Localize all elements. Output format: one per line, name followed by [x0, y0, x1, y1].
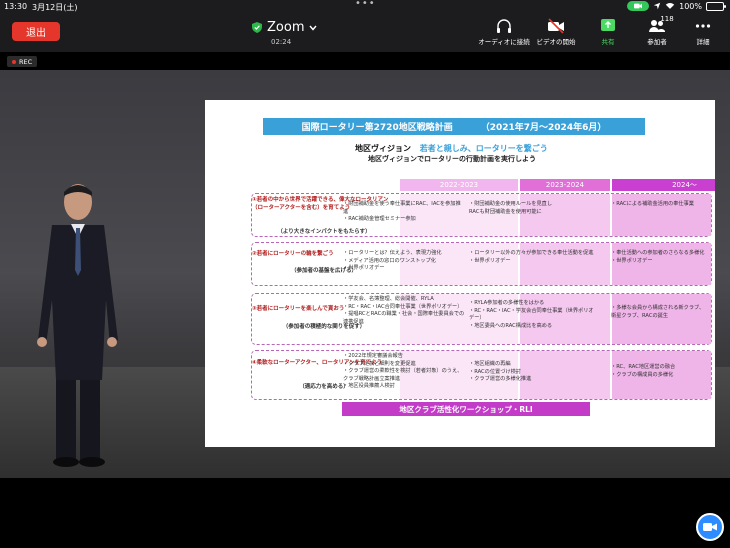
meeting-title[interactable]: Zoom — [252, 20, 318, 35]
start-video-button[interactable]: ビデオの開始 — [533, 18, 579, 46]
wifi-icon — [665, 2, 675, 9]
vision-text: 若者と親しみ、ロータリーを繋ごう — [419, 144, 548, 153]
rec-label: REC — [19, 57, 33, 66]
row-1-sub: （より大きなインパクトをもたらす） — [277, 229, 371, 235]
more-label: 詳細 — [696, 38, 710, 46]
ios-status-bar: 13:30 3月12日(土) ••• 100% — [0, 0, 730, 14]
vision-line: 地区ヴィジョン 若者と親しみ、ロータリーを繋ごう — [355, 143, 548, 154]
row-1-col-1: ・財団補助金を使う奉仕事業にRAC、IACを参加推進 ・RAC補助金管理セミナー… — [343, 201, 461, 222]
row-4-col-2: ・地区組織の再編 ・RACの位置づけ検討 ・クラブ運営の多様化推進 — [469, 361, 532, 382]
column-header-3: 2024～ — [612, 179, 715, 191]
start-video-label: ビデオの開始 — [536, 38, 576, 46]
row-1-col-3: ・RACによる補助金活用の奉仕事業 — [611, 201, 694, 207]
video-preview-button[interactable] — [696, 513, 724, 541]
presentation-slide: 国際ロータリー第2720地区戦略計画 （2021年7月～2024年6月） 地区ヴ… — [205, 100, 715, 447]
rec-bar: REC — [0, 52, 730, 70]
row-2-col-2: ・ロータリー以外の方々が参加できる奉仕活動を促進 ・世界ポリオデー — [469, 250, 594, 264]
leave-button[interactable]: 退出 — [12, 22, 60, 41]
share-button[interactable]: 共有 — [595, 18, 621, 46]
slide-title: 国際ロータリー第2720地区戦略計画 — [301, 123, 453, 133]
meeting-timer: 02:24 — [271, 38, 292, 46]
multitasking-dots-icon[interactable]: ••• — [355, 0, 376, 9]
app-title: Zoom — [267, 20, 305, 35]
status-date: 3月12日(土) — [32, 3, 78, 12]
headphones-icon — [497, 19, 511, 33]
row-4-col-3: ・RC、RAC地区運営の融合 ・クラブの構成員の多様化 — [611, 364, 676, 378]
vision-sub: 地区ヴィジョンでロータリーの行動計画を実行しよう — [368, 155, 536, 163]
location-icon — [653, 2, 661, 10]
shield-check-icon — [252, 22, 262, 33]
row-4-col-1: ・2022年規定審議会報告 ・クラブ定款と細則を変更促進 ・クラブ運営の柔軟性を… — [343, 353, 463, 389]
workshop-banner: 地区クラブ活性化ワークショップ・RLI — [342, 402, 590, 416]
slide-period: （2021年7月～2024年6月） — [480, 123, 607, 133]
row-3-col-3: ・多様な会員から構成される新クラブ、衛星クラブ、RACの誕生 — [611, 305, 705, 319]
join-audio-button[interactable]: オーディオに接続 — [478, 18, 530, 46]
more-button[interactable]: 詳細 — [693, 18, 713, 46]
call-in-progress-icon[interactable] — [627, 1, 650, 11]
recording-dot-icon — [12, 59, 16, 64]
share-label: 共有 — [601, 38, 615, 46]
video-off-icon — [548, 18, 564, 34]
camera-icon — [703, 523, 717, 531]
participants-label: 参加者 — [647, 38, 667, 46]
bottom-area — [0, 478, 730, 548]
zoom-top-bar: 退出 Zoom 02:24 オーディオに接続 ビデオの開始 共有 118 参加者… — [0, 14, 730, 52]
join-audio-label: オーディオに接続 — [478, 38, 530, 46]
row-3-col-1: ・学友会、名簿整理、総会開催、RYLA ・RC・RAC・IAC合同奉仕事業（世界… — [343, 296, 465, 325]
row-1-col-2: ・財団補助金の使用ルールを見直し RACも財団補助金を使用可能に — [469, 201, 553, 215]
more-dots-icon — [695, 24, 711, 28]
row-2-col-1: ・ロータリーとは？伝えよう、表現力強化 ・メディア活用の窓口のワンストップ化 ・… — [343, 250, 442, 271]
recording-indicator[interactable]: REC — [7, 56, 38, 67]
row-3-col-2: ・RYLA参加者の多様性をはかる ・RC・RAC・IAC・学友会合同奉仕事業（世… — [469, 300, 594, 329]
battery-percent: 100% — [679, 1, 702, 11]
speaker-figure — [37, 184, 118, 467]
participants-count: 118 — [660, 15, 674, 23]
status-time: 13:30 — [4, 2, 28, 11]
share-screen-icon — [601, 19, 615, 31]
vision-label: 地区ヴィジョン — [355, 144, 411, 153]
chevron-down-icon — [309, 25, 318, 31]
slide-title-bar: 国際ロータリー第2720地区戦略計画 （2021年7月～2024年6月） — [263, 118, 645, 135]
column-header-2: 2023-2024 — [520, 179, 610, 191]
column-header-1: 2022-2023 — [400, 179, 518, 191]
battery-icon — [706, 1, 726, 11]
video-feed[interactable]: 国際ロータリー第2720地区戦略計画 （2021年7月～2024年6月） 地区ヴ… — [0, 70, 730, 478]
participants-button[interactable]: 118 参加者 — [642, 15, 674, 46]
row-2-col-3: ・奉仕活動への参加者のさらなる多様化 ・世界ポリオデー — [611, 250, 705, 264]
